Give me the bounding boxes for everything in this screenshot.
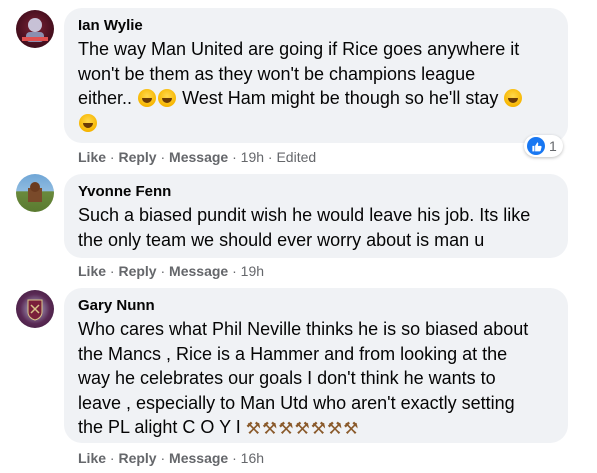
comment-text-line: the only team we should ever worry about… (78, 229, 485, 250)
comment-text: Such a biased pundit wish he would leave… (78, 203, 554, 252)
message-link[interactable]: Message (169, 263, 228, 279)
separator: · (232, 450, 241, 466)
avatar-image-icon (27, 299, 43, 321)
laughing-emoji-icon (504, 89, 523, 107)
comment-actions: Like · Reply · Message · 16h (78, 449, 264, 467)
separator: · (160, 149, 170, 165)
edited-label: Edited (276, 149, 317, 165)
timestamp[interactable]: 16h (241, 450, 264, 466)
comment-author[interactable]: Ian Wylie (78, 17, 554, 35)
avatar[interactable] (16, 174, 54, 212)
separator: · (160, 450, 170, 466)
separator: · (232, 263, 241, 279)
comment-bubble: Ian Wylie The way Man United are going i… (64, 8, 568, 143)
comment-bubble: Gary Nunn Who cares what Phil Neville th… (64, 288, 568, 443)
comment-text-line: either.. (78, 88, 133, 108)
laughing-emoji-icon (79, 113, 97, 132)
comment-text: Who cares what Phil Neville thinks he is… (78, 317, 554, 442)
message-link[interactable]: Message (169, 450, 228, 466)
comment-text-line: the Mancs , Rice is a Hammer and from lo… (78, 343, 508, 364)
message-link[interactable]: Message (169, 149, 228, 165)
timestamp[interactable]: 19h (241, 263, 264, 279)
separator: · (160, 263, 170, 279)
comment-text-line: Such a biased pundit wish he would leave… (78, 205, 531, 225)
comment-text-line: won't be them as they won't be champions… (78, 63, 476, 84)
reaction-summary[interactable]: 1 (524, 135, 563, 157)
like-link[interactable]: Like (78, 450, 106, 466)
avatar-image-icon (28, 182, 42, 202)
comment-text-line: The way Man United are going if Rice goe… (78, 39, 520, 59)
timestamp[interactable]: 19h (241, 149, 264, 165)
reply-link[interactable]: Reply (118, 263, 156, 279)
avatar[interactable] (16, 290, 54, 328)
reply-link[interactable]: Reply (118, 149, 156, 165)
laughing-emoji-icon (158, 89, 177, 107)
comment-actions: Like · Reply · Message · 19h · Edited (78, 148, 316, 166)
comment-text-line: West Ham might be though so he'll stay (182, 88, 499, 108)
comment-bubble: Yvonne Fenn Such a biased pundit wish he… (64, 174, 568, 258)
comment-author[interactable]: Gary Nunn (78, 297, 554, 315)
comment-actions: Like · Reply · Message · 19h (78, 262, 264, 280)
comment-text-line: Who cares what Phil Neville thinks he is… (78, 319, 529, 339)
comment-text: The way Man United are going if Rice goe… (78, 37, 554, 135)
comment-text-line: leave , especially to Man Utd who aren't… (78, 392, 515, 413)
like-icon (527, 137, 545, 155)
comment-text-line: the PL alight C O Y I (78, 417, 241, 437)
avatar[interactable] (16, 10, 54, 48)
like-link[interactable]: Like (78, 263, 106, 279)
avatar-image-icon (22, 18, 48, 42)
separator: · (232, 149, 241, 165)
comment-text-line: way he celebrates our goals I don't thin… (78, 368, 496, 388)
hammers-emoji-icon: ⚒⚒⚒⚒⚒⚒⚒ (245, 419, 360, 438)
reply-link[interactable]: Reply (118, 450, 156, 466)
laughing-emoji-icon (138, 89, 157, 107)
comment-author[interactable]: Yvonne Fenn (78, 183, 554, 201)
like-link[interactable]: Like (78, 149, 106, 165)
reaction-count: 1 (549, 138, 557, 154)
